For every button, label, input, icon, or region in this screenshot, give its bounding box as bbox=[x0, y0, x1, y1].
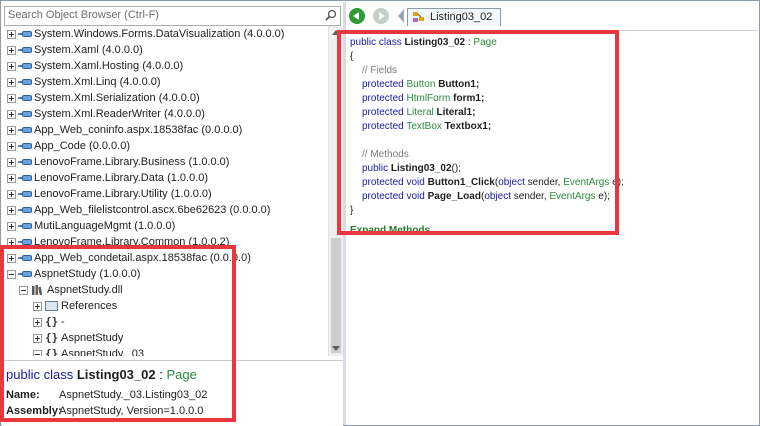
expand-icon[interactable] bbox=[7, 254, 16, 263]
expand-icon[interactable] bbox=[7, 126, 16, 135]
expand-icon[interactable] bbox=[33, 318, 42, 327]
namespace-icon: {} bbox=[45, 331, 59, 344]
references-icon bbox=[45, 301, 58, 311]
object-browser-left-pane: Search Object Browser (Ctrl-F) System.Wi… bbox=[2, 2, 343, 426]
expand-icon[interactable] bbox=[33, 334, 42, 343]
assembly-icon bbox=[18, 239, 32, 245]
assembly-icon bbox=[18, 207, 32, 213]
class-icon bbox=[413, 12, 424, 22]
expand-icon[interactable] bbox=[7, 78, 16, 87]
assembly-icon bbox=[18, 95, 32, 101]
details-assembly-row: Assembly:AspnetStudy, Version=1.0.0.0 bbox=[6, 405, 204, 417]
expand-icon[interactable] bbox=[7, 46, 16, 55]
scroll-thumb[interactable] bbox=[331, 238, 341, 353]
breadcrumb-label: Listing03_02 bbox=[430, 11, 493, 23]
code-line-open: { bbox=[350, 51, 354, 62]
tree-scrollbar[interactable] bbox=[328, 26, 343, 356]
expand-icon[interactable] bbox=[7, 174, 16, 183]
code-line-field: protected Literal Literal1; bbox=[362, 107, 476, 118]
code-line-method: protected void Page_Load(object sender, … bbox=[362, 191, 610, 202]
breadcrumb-arrow-icon bbox=[398, 9, 404, 23]
assembly-icon bbox=[18, 143, 32, 149]
search-input[interactable]: Search Object Browser (Ctrl-F) bbox=[8, 9, 159, 21]
collapse-icon[interactable] bbox=[33, 350, 42, 356]
back-arrow-icon[interactable] bbox=[349, 8, 365, 24]
code-comment-fields: // Fields bbox=[362, 65, 398, 76]
code-line-method: public Listing03_02(); bbox=[362, 163, 461, 174]
assembly-icon bbox=[18, 47, 32, 53]
assembly-icon bbox=[18, 159, 32, 165]
code-pane: Listing03_02 public class Listing03_02 :… bbox=[346, 2, 758, 425]
namespace-icon: {} bbox=[45, 315, 59, 328]
expand-icon[interactable] bbox=[7, 142, 16, 151]
forward-arrow-icon[interactable] bbox=[373, 8, 389, 24]
namespace-icon: {} bbox=[45, 347, 59, 356]
scroll-up-icon[interactable] bbox=[332, 30, 340, 35]
breadcrumb[interactable]: Listing03_02 bbox=[407, 8, 502, 26]
code-line-field: protected TextBox Textbox1; bbox=[362, 121, 492, 132]
code-line-method: protected void Button1_Click(object send… bbox=[362, 177, 624, 188]
search-box[interactable]: Search Object Browser (Ctrl-F) bbox=[4, 6, 341, 26]
code-comment-methods: // Methods bbox=[362, 149, 409, 160]
search-icon[interactable] bbox=[325, 9, 337, 21]
base-class-link[interactable]: Page bbox=[166, 367, 196, 382]
scroll-down-icon[interactable] bbox=[332, 346, 340, 351]
collapse-icon[interactable] bbox=[7, 270, 16, 279]
assembly-icon bbox=[18, 79, 32, 85]
code-line-field: protected Button Button1; bbox=[362, 79, 480, 90]
library-icon bbox=[32, 285, 43, 296]
expand-icon[interactable] bbox=[7, 30, 16, 39]
expand-methods-link[interactable]: Expand Methods bbox=[350, 224, 430, 238]
assembly-icon bbox=[18, 175, 32, 181]
expand-icon[interactable] bbox=[33, 302, 42, 311]
assembly-icon bbox=[18, 271, 32, 277]
assembly-icon bbox=[18, 31, 32, 37]
collapse-icon[interactable] bbox=[19, 286, 28, 295]
expand-icon[interactable] bbox=[7, 238, 16, 247]
assembly-icon bbox=[18, 223, 32, 229]
object-browser-window: Search Object Browser (Ctrl-F) System.Wi… bbox=[0, 0, 760, 426]
expand-icon[interactable] bbox=[7, 222, 16, 231]
code-toolbar: Listing03_02 bbox=[346, 2, 758, 31]
assembly-icon bbox=[18, 191, 32, 197]
expand-icon[interactable] bbox=[7, 94, 16, 103]
expand-icon[interactable] bbox=[7, 110, 16, 119]
details-name-row: Name: AspnetStudy._03.Listing03_02 bbox=[6, 389, 208, 401]
class-name-link[interactable]: Listing03_02 bbox=[77, 367, 156, 382]
assembly-icon bbox=[18, 255, 32, 261]
assembly-tree: System.Windows.Forms.DataVisualization (… bbox=[4, 26, 326, 356]
assembly-icon bbox=[18, 111, 32, 117]
class-signature: public class Listing03_02 : Page bbox=[6, 367, 197, 382]
expand-icon[interactable] bbox=[7, 206, 16, 215]
expand-icon[interactable] bbox=[7, 190, 16, 199]
code-line-field: protected HtmlForm form1; bbox=[362, 93, 485, 104]
expand-icon[interactable] bbox=[7, 62, 16, 71]
code-line-close: } bbox=[350, 205, 354, 216]
expand-icon[interactable] bbox=[7, 158, 16, 167]
assembly-icon bbox=[18, 127, 32, 133]
assembly-icon bbox=[18, 63, 32, 69]
details-pane: public class Listing03_02 : Page Name: As… bbox=[2, 360, 343, 426]
code-line-class-decl: public class Listing03_02 : Page bbox=[350, 37, 497, 48]
